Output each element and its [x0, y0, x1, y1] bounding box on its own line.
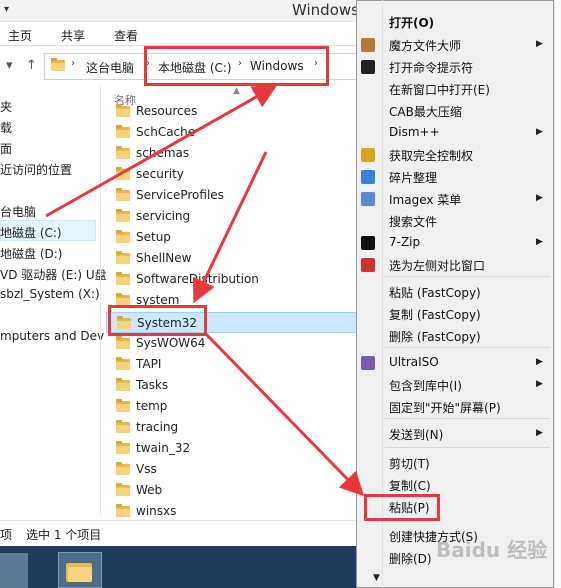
arrow-to-paste [204, 332, 365, 497]
arrow-nav-to-address [45, 85, 278, 218]
annotation-arrows [45, 85, 365, 497]
arrow-to-system32 [192, 151, 268, 304]
